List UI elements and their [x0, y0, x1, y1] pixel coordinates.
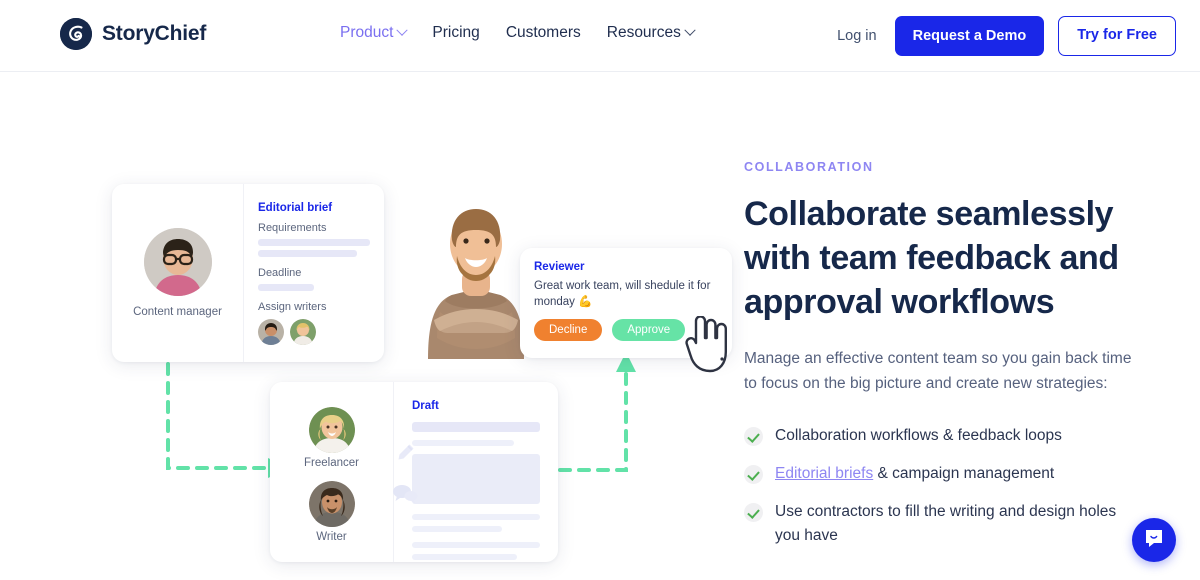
bullet-label-rest: & campaign management — [873, 465, 1055, 482]
brief-role-label: Content manager — [133, 306, 222, 318]
header-actions: Log in Request a Demo Try for Free — [837, 16, 1176, 56]
bullet-label: Editorial briefs & campaign management — [775, 462, 1054, 486]
list-item: Editorial briefs & campaign management — [744, 462, 1154, 486]
nav-item-label: Resources — [606, 24, 681, 41]
writer-avatar-1 — [258, 319, 284, 345]
writer-avatar-2 — [290, 319, 316, 345]
skeleton-line — [412, 440, 515, 446]
nav-item-product[interactable]: Product — [340, 24, 409, 42]
deadline-label: Deadline — [258, 267, 302, 279]
skeleton-line — [258, 250, 357, 257]
hand-cursor-icon — [684, 315, 730, 374]
draft-title: Draft — [412, 400, 439, 412]
skeleton-line — [258, 239, 370, 246]
main-content: Content manager Editorial brief Requirem… — [0, 72, 1200, 580]
draft-card-tools — [388, 442, 422, 508]
editorial-briefs-link[interactable]: Editorial briefs — [775, 465, 873, 482]
writer-avatar — [308, 481, 355, 527]
list-item: Collaboration workflows & feedback loops — [744, 424, 1154, 448]
draft-card-people: Freelancer Writer — [270, 382, 394, 562]
editorial-brief-card: Content manager Editorial brief Requirem… — [112, 184, 384, 362]
check-icon — [744, 503, 763, 522]
pencil-icon — [394, 442, 416, 469]
skeleton-line — [258, 284, 314, 291]
comment-icon — [392, 483, 418, 508]
requirements-label: Requirements — [258, 222, 327, 234]
reviewer-message: Great work team, will shedule it for mon… — [534, 280, 711, 308]
bullet-label: Collaboration workflows & feedback loops — [775, 427, 1062, 444]
nav-item-label: Pricing — [432, 24, 480, 41]
skeleton-line — [412, 526, 502, 532]
writer-label: Writer — [316, 531, 347, 543]
brief-card-person: Content manager — [112, 184, 244, 362]
check-icon — [744, 427, 763, 446]
skeleton-block — [412, 454, 540, 504]
nav-item-label: Product — [340, 24, 394, 41]
site-header: StoryChief Product Pricing Customers Res… — [0, 0, 1200, 72]
freelancer-label: Freelancer — [304, 457, 359, 469]
assign-writers-label: Assign writers — [258, 301, 327, 313]
feature-bullet-list: Collaboration workflows & feedback loops… — [744, 424, 1154, 548]
reviewer-title: Reviewer — [534, 261, 585, 273]
chat-bubble-icon — [1143, 527, 1165, 554]
skeleton-line — [412, 554, 517, 560]
login-link[interactable]: Log in — [837, 28, 877, 44]
nav-item-resources[interactable]: Resources — [606, 24, 696, 42]
feature-copy: COLLABORATION Collaborate seamlessly wit… — [744, 160, 1154, 562]
skeleton-line — [412, 542, 540, 548]
check-icon — [744, 465, 763, 484]
brand-logo[interactable]: StoryChief — [60, 18, 206, 50]
nav-item-customers[interactable]: Customers — [506, 24, 581, 42]
approve-button[interactable]: Approve — [612, 319, 686, 341]
content-manager-avatar — [143, 228, 212, 296]
assigned-writers — [258, 319, 370, 345]
draft-card: Freelancer Writer Draft — [270, 382, 558, 562]
nav-item-pricing[interactable]: Pricing — [432, 24, 479, 42]
request-demo-button[interactable]: Request a Demo — [894, 16, 1045, 56]
primary-nav: Product Pricing Customers Resources — [340, 24, 696, 42]
editorial-brief-title: Editorial brief — [258, 202, 333, 214]
decline-button[interactable]: Decline — [534, 319, 603, 341]
brand-name: StoryChief — [102, 22, 207, 45]
eyebrow-label: COLLABORATION — [744, 160, 874, 174]
try-for-free-button[interactable]: Try for Free — [1058, 16, 1176, 56]
nav-item-label: Customers — [505, 24, 581, 41]
page-title: Collaborate seamlessly with team feedbac… — [744, 195, 1119, 321]
bullet-label: Use contractors to fill the writing and … — [775, 503, 1117, 544]
skeleton-line — [412, 422, 540, 432]
brief-card-fields: Editorial brief Requirements Deadline As… — [244, 184, 384, 362]
list-item: Use contractors to fill the writing and … — [744, 500, 1154, 548]
collaboration-illustration: Content manager Editorial brief Requirem… — [0, 72, 744, 580]
feature-description: Manage an effective content team so you … — [744, 350, 1132, 392]
chevron-down-icon — [396, 24, 409, 36]
freelancer-avatar — [308, 407, 355, 453]
storychief-logo-icon — [60, 18, 92, 50]
chevron-down-icon — [684, 24, 696, 36]
skeleton-line — [412, 514, 540, 520]
chat-launcher-button[interactable] — [1132, 518, 1176, 562]
